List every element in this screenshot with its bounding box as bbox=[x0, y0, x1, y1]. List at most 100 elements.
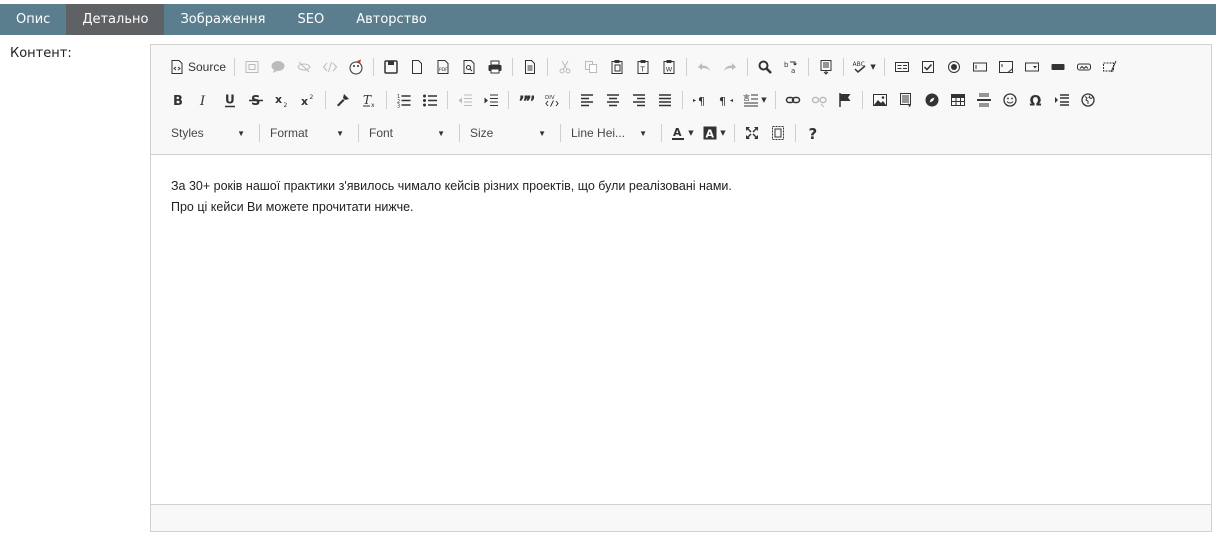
hidden-field-button[interactable] bbox=[1098, 55, 1122, 79]
maximize-icon bbox=[746, 127, 758, 139]
editor-content-area[interactable]: За 30+ років нашої практики з'явилось чи… bbox=[151, 155, 1211, 505]
rtl-button[interactable]: ¶ bbox=[714, 88, 738, 112]
text-color-button[interactable]: A ▼ bbox=[667, 121, 697, 145]
outdent-button[interactable] bbox=[453, 88, 477, 112]
tab-details[interactable]: Детально bbox=[66, 4, 165, 35]
code-button[interactable] bbox=[318, 55, 342, 79]
editor-status-bar bbox=[151, 504, 1211, 531]
paste-text-button[interactable]: T bbox=[631, 55, 655, 79]
clipboard-icon bbox=[611, 60, 623, 74]
save-button[interactable] bbox=[379, 55, 403, 79]
size-dropdown[interactable]: Size ▼ bbox=[464, 121, 552, 145]
undo-button[interactable] bbox=[692, 55, 716, 79]
toolbar-separator bbox=[459, 124, 460, 142]
uncomment-button[interactable] bbox=[292, 55, 316, 79]
templates-button[interactable] bbox=[344, 55, 368, 79]
paste-button[interactable] bbox=[605, 55, 629, 79]
subscript-button[interactable]: x2 bbox=[270, 88, 294, 112]
ltr-icon: ¶ bbox=[693, 95, 705, 108]
italic-button[interactable]: I bbox=[192, 88, 216, 112]
preview-button[interactable] bbox=[457, 55, 481, 79]
checkbox-icon bbox=[922, 61, 935, 73]
background-color-button[interactable]: A ▼ bbox=[699, 121, 729, 145]
bulleted-list-button[interactable] bbox=[418, 88, 442, 112]
form-button-button[interactable] bbox=[1046, 55, 1070, 79]
numbered-list-button[interactable]: 123 bbox=[392, 88, 416, 112]
copy-icon bbox=[585, 61, 598, 73]
special-char-button[interactable]: Ω bbox=[1024, 88, 1048, 112]
remove-format-button[interactable]: Tx bbox=[357, 88, 381, 112]
bold-button[interactable]: B bbox=[166, 88, 190, 112]
show-blocks-button[interactable] bbox=[766, 121, 790, 145]
svg-text:”: ” bbox=[525, 93, 534, 108]
table-button[interactable] bbox=[946, 88, 970, 112]
form-button[interactable] bbox=[890, 55, 914, 79]
styles-dropdown[interactable]: Styles ▼ bbox=[165, 121, 251, 145]
format-dropdown[interactable]: Format ▼ bbox=[264, 121, 350, 145]
templates-doc-button[interactable] bbox=[518, 55, 542, 79]
source-label: Source bbox=[188, 60, 227, 74]
anchor-button[interactable] bbox=[833, 88, 857, 112]
tab-authorship[interactable]: Авторство bbox=[340, 4, 443, 35]
comment-button[interactable] bbox=[266, 55, 290, 79]
maximize-button[interactable] bbox=[740, 121, 764, 145]
rich-text-editor: Source PDF T W b a ABC ▼ B I U x 2 x 2 T… bbox=[150, 44, 1212, 532]
superscript-button[interactable]: x2 bbox=[296, 88, 320, 112]
language-button[interactable]: 言 ▼ bbox=[740, 88, 770, 112]
align-left-button[interactable] bbox=[575, 88, 599, 112]
flash-button[interactable] bbox=[894, 88, 918, 112]
text-field-button[interactable] bbox=[968, 55, 992, 79]
checkbox-button[interactable] bbox=[916, 55, 940, 79]
align-right-button[interactable] bbox=[627, 88, 651, 112]
indent-button[interactable] bbox=[479, 88, 503, 112]
textarea-button[interactable] bbox=[994, 55, 1018, 79]
copy-button[interactable] bbox=[579, 55, 603, 79]
unlink-button[interactable] bbox=[807, 88, 831, 112]
tab-description[interactable]: Опис bbox=[0, 4, 66, 35]
replace-button[interactable]: ba bbox=[779, 55, 803, 79]
iframe-embed-button[interactable] bbox=[1076, 88, 1100, 112]
paste-word-button[interactable]: W bbox=[657, 55, 681, 79]
cut-button[interactable] bbox=[553, 55, 577, 79]
iframe-button[interactable] bbox=[240, 55, 264, 79]
toolbar-separator bbox=[560, 124, 561, 142]
ltr-button[interactable]: ¶ bbox=[688, 88, 712, 112]
radio-button[interactable] bbox=[942, 55, 966, 79]
line-height-dropdown[interactable]: Line Hei... ▼ bbox=[565, 121, 653, 145]
spellcheck-button[interactable]: ABC ▼ bbox=[849, 55, 879, 79]
horizontal-rule-button[interactable] bbox=[972, 88, 996, 112]
underline-button[interactable]: U bbox=[218, 88, 242, 112]
justify-button[interactable] bbox=[653, 88, 677, 112]
select-all-button[interactable] bbox=[814, 55, 838, 79]
copy-formatting-button[interactable] bbox=[331, 88, 355, 112]
source-button[interactable]: Source bbox=[166, 55, 229, 79]
tab-seo[interactable]: SEO bbox=[282, 4, 341, 35]
create-div-button[interactable]: DIV bbox=[540, 88, 564, 112]
toolbar-separator bbox=[325, 91, 326, 109]
select-field-button[interactable] bbox=[1020, 55, 1044, 79]
new-page-button[interactable] bbox=[405, 55, 429, 79]
image-button-button[interactable] bbox=[1072, 55, 1096, 79]
font-dropdown[interactable]: Font ▼ bbox=[363, 121, 451, 145]
svg-text:B: B bbox=[173, 94, 183, 108]
align-center-icon bbox=[607, 94, 619, 107]
page-break-button[interactable] bbox=[1050, 88, 1074, 112]
align-center-button[interactable] bbox=[601, 88, 625, 112]
language-icon: 言 bbox=[743, 93, 759, 107]
omega-icon: Ω bbox=[1030, 94, 1042, 109]
smiley-button[interactable] bbox=[998, 88, 1022, 112]
link-button[interactable] bbox=[781, 88, 805, 112]
radio-icon bbox=[948, 61, 961, 73]
find-button[interactable] bbox=[753, 55, 777, 79]
blockquote-button[interactable]: ”” bbox=[514, 88, 538, 112]
toolbar-separator bbox=[358, 124, 359, 142]
print-button[interactable] bbox=[483, 55, 507, 79]
embed-button[interactable] bbox=[920, 88, 944, 112]
select-all-icon bbox=[820, 60, 832, 75]
image-button[interactable] bbox=[868, 88, 892, 112]
tab-images[interactable]: Зображення bbox=[164, 4, 281, 35]
export-pdf-button[interactable]: PDF bbox=[431, 55, 455, 79]
strike-button[interactable]: S bbox=[244, 88, 268, 112]
redo-button[interactable] bbox=[718, 55, 742, 79]
about-button[interactable]: ? bbox=[801, 121, 825, 145]
